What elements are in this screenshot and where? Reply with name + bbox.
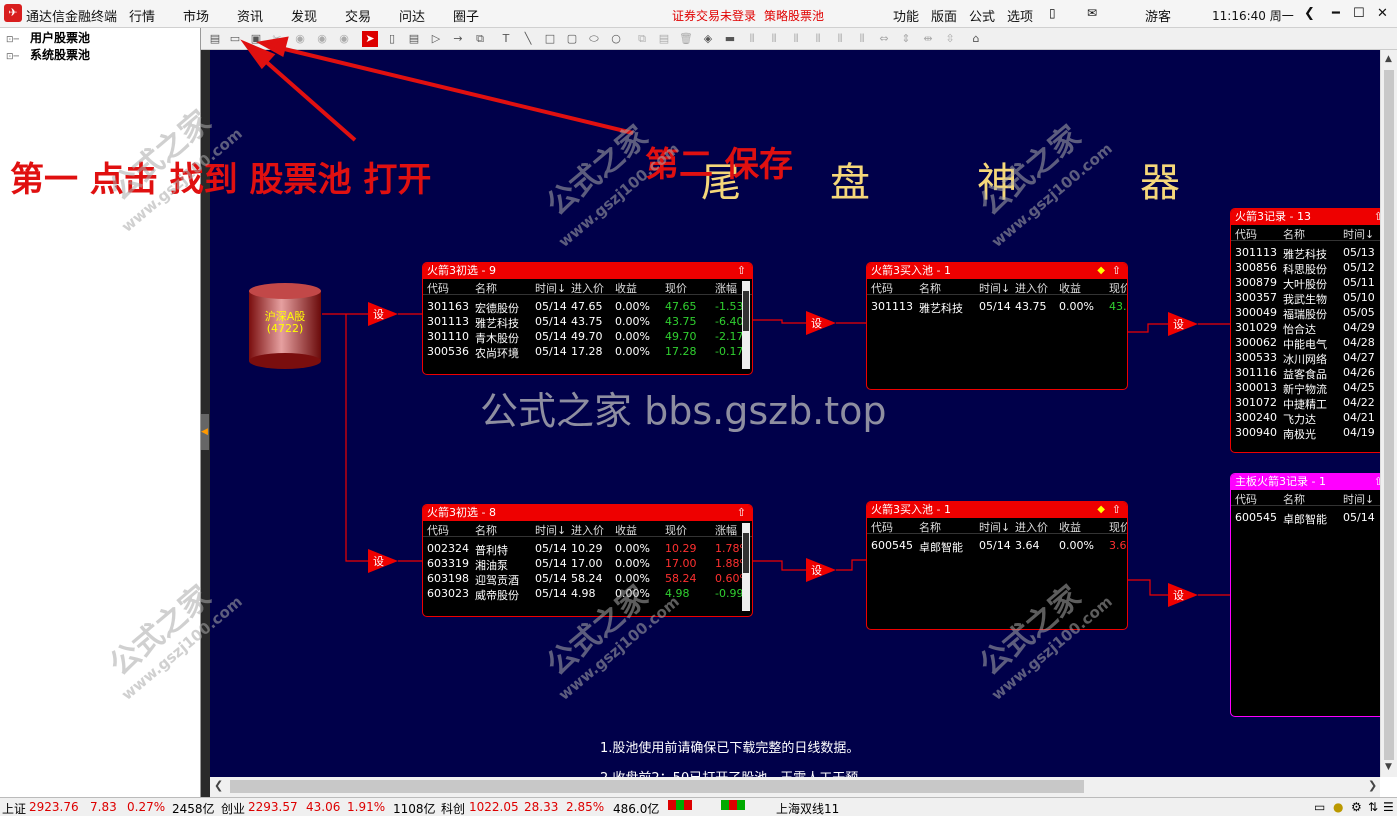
- kc-index-amount: 486.0亿: [613, 802, 660, 816]
- coin-icon[interactable]: ●: [1333, 800, 1343, 814]
- kc-index-value: 1022.05: [469, 800, 519, 814]
- market-breadth-icon: [721, 799, 745, 813]
- sh-index-value: 2923.76: [29, 800, 79, 814]
- status-bar: 上证 2923.76 7.83 0.27% 2458亿 创业 2293.57 4…: [0, 797, 1397, 816]
- market-breadth-icon: [668, 799, 692, 813]
- center-watermark: 公式之家 bbs.gszb.top: [480, 389, 887, 433]
- kc-index-pct: 2.85%: [566, 800, 605, 814]
- sh-index-label[interactable]: 上证: [2, 800, 26, 817]
- sh-index-change: 7.83: [90, 800, 117, 814]
- window-icon[interactable]: ▭: [1314, 800, 1325, 814]
- sh-index-pct: 0.27%: [127, 800, 166, 814]
- cy-index-value: 2293.57: [248, 800, 298, 814]
- kc-index-label[interactable]: 科创: [441, 800, 465, 817]
- arrow-to-open: [253, 50, 357, 142]
- connection-line[interactable]: 上海双线11: [776, 800, 839, 817]
- up-down-icon[interactable]: ⇅: [1368, 800, 1378, 814]
- cy-index-change: 43.06: [306, 800, 341, 814]
- cy-index-pct: 1.91%: [347, 800, 386, 814]
- tool-icon[interactable]: ⚙: [1351, 800, 1362, 814]
- kc-index-change: 28.33: [524, 800, 559, 814]
- arrow-to-save: [271, 44, 634, 135]
- sh-index-amount: 2458亿: [172, 802, 215, 816]
- cy-index-amount: 1108亿: [393, 802, 436, 816]
- settings-icon[interactable]: ☰: [1383, 800, 1394, 814]
- cy-index-label[interactable]: 创业: [221, 800, 245, 817]
